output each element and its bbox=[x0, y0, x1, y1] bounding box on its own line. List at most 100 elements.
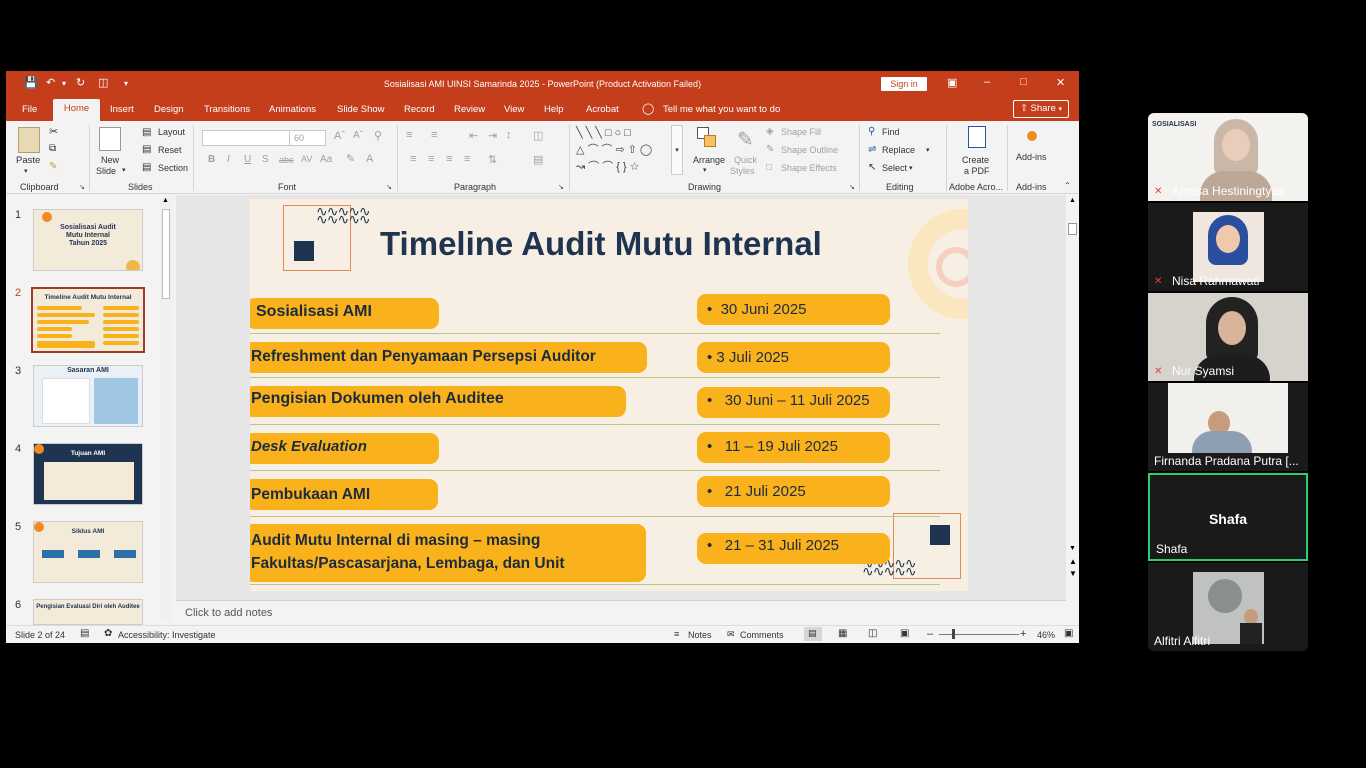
char-spacing-icon[interactable]: AV bbox=[301, 154, 312, 164]
participant-tile[interactable]: ✕ Nur Syamsi bbox=[1148, 293, 1308, 381]
slide-thumbnail-1[interactable]: Sosialisasi Audit Mutu Internal Tahun 20… bbox=[33, 209, 143, 271]
shape-outline-icon[interactable]: ✎ bbox=[766, 144, 774, 155]
tab-design[interactable]: Design bbox=[154, 104, 184, 115]
slide-thumbnail-2-selected[interactable]: Timeline Audit Mutu Internal bbox=[31, 287, 145, 353]
create-pdf-icon[interactable] bbox=[968, 126, 986, 148]
shapes-gallery-more[interactable]: ▾ bbox=[671, 125, 683, 175]
select-icon[interactable]: ↖ bbox=[868, 162, 876, 173]
align-left-icon[interactable]: ≡ bbox=[410, 153, 416, 165]
participant-tile[interactable]: ✕ Nisa Rahmawati bbox=[1148, 203, 1308, 291]
section-icon[interactable]: ▤ bbox=[142, 162, 151, 173]
line-spacing-icon[interactable]: ↕ bbox=[506, 129, 512, 141]
strikethrough-icon[interactable]: abc bbox=[279, 155, 294, 165]
notes-button[interactable]: Notes bbox=[688, 630, 712, 640]
maximize-icon[interactable]: □ bbox=[1020, 76, 1027, 88]
paste-icon[interactable] bbox=[18, 127, 40, 153]
underline-icon[interactable]: U bbox=[244, 154, 251, 165]
activity-pill-2[interactable]: Refreshment dan Penyamaan Persepsi Audit… bbox=[250, 342, 647, 373]
scrollbar-thumb[interactable] bbox=[1068, 223, 1077, 235]
shapes-gallery[interactable]: ╲╲╲□○□ △⌒⌒⇨⇧◯ ↝⌒⌒{}☆ bbox=[576, 125, 670, 177]
columns-icon[interactable]: ◫ bbox=[533, 129, 543, 142]
align-text-icon[interactable]: ▤ bbox=[533, 153, 543, 166]
layout-button[interactable]: Layout bbox=[158, 127, 185, 137]
tab-record[interactable]: Record bbox=[404, 104, 435, 115]
chevron-down-icon[interactable]: ▾ bbox=[703, 166, 707, 174]
close-icon[interactable]: ✕ bbox=[1056, 76, 1065, 89]
zoom-slider[interactable] bbox=[939, 634, 1019, 635]
new-slide-icon[interactable] bbox=[99, 127, 121, 151]
font-color-icon[interactable]: A bbox=[366, 153, 373, 165]
sign-in-button[interactable]: Sign in bbox=[881, 77, 927, 91]
participant-tile[interactable]: Firnanda Pradana Putra [... bbox=[1148, 383, 1308, 471]
notes-icon[interactable]: ≡ bbox=[674, 629, 679, 639]
paragraph-launcher-icon[interactable]: ↘ bbox=[558, 183, 564, 191]
tab-slide-show[interactable]: Slide Show bbox=[337, 104, 385, 115]
slideshow-icon[interactable]: ▣ bbox=[900, 628, 909, 639]
slide-scrollbar[interactable]: ▲ ▼ ▲ ▼ bbox=[1066, 195, 1079, 625]
date-pill-4[interactable]: • 11 – 19 Juli 2025 bbox=[697, 432, 890, 463]
shape-fill-icon[interactable]: ◈ bbox=[766, 126, 774, 137]
accessibility-status[interactable]: Accessibility: Investigate bbox=[118, 630, 216, 640]
replace-button[interactable]: Replace bbox=[882, 145, 915, 155]
tab-animations[interactable]: Animations bbox=[269, 104, 316, 115]
paste-button[interactable]: Paste bbox=[16, 155, 40, 166]
share-button[interactable]: ⇧ Share ▾ bbox=[1013, 100, 1069, 118]
previous-slide-icon[interactable]: ▲ bbox=[1069, 557, 1077, 566]
date-pill-2[interactable]: • 3 Juli 2025 bbox=[697, 342, 890, 373]
notes-pane[interactable]: Click to add notes bbox=[176, 600, 1066, 625]
create-pdf-label-2[interactable]: a PDF bbox=[964, 166, 990, 176]
scrollbar-thumb[interactable] bbox=[162, 209, 170, 299]
paste-dropdown-icon[interactable]: ▾ bbox=[24, 167, 28, 175]
change-case-icon[interactable]: Aa bbox=[320, 154, 332, 165]
find-button[interactable]: Find bbox=[882, 127, 900, 137]
participant-tile[interactable]: SOSIALISASI ✕ Annisa Hestiningtyas bbox=[1148, 113, 1308, 201]
zoom-slider-handle[interactable] bbox=[952, 629, 955, 639]
align-center-icon[interactable]: ≡ bbox=[428, 153, 434, 165]
slide-thumbnail-4[interactable]: Tujuan AMI bbox=[33, 443, 143, 505]
clipboard-launcher-icon[interactable]: ↘ bbox=[79, 183, 85, 191]
find-icon[interactable]: ⚲ bbox=[868, 126, 875, 137]
create-pdf-label[interactable]: Create bbox=[962, 155, 989, 165]
tab-file[interactable]: File bbox=[22, 104, 37, 115]
arrange-button[interactable]: Arrange bbox=[693, 155, 725, 165]
scroll-down-icon[interactable]: ▼ bbox=[1069, 545, 1076, 552]
increase-indent-icon[interactable]: ⇥ bbox=[488, 129, 497, 142]
tab-help[interactable]: Help bbox=[544, 104, 564, 115]
ribbon-display-icon[interactable]: ▣ bbox=[947, 76, 957, 89]
increase-font-icon[interactable]: Aˆ bbox=[334, 130, 345, 142]
decrease-font-icon[interactable]: Aˇ bbox=[353, 130, 363, 141]
activity-pill-6[interactable]: Audit Mutu Internal di masing – masing F… bbox=[250, 524, 646, 582]
new-slide-label[interactable]: New bbox=[101, 155, 119, 165]
select-button[interactable]: Select bbox=[882, 163, 907, 173]
thumbnails-scrollbar[interactable]: ▲ bbox=[160, 197, 172, 621]
activity-pill-4[interactable]: Desk Evaluation bbox=[250, 433, 439, 464]
slide-thumbnail-6[interactable]: Pengisian Evaluasi Diri oleh Auditee bbox=[33, 599, 143, 625]
decrease-indent-icon[interactable]: ⇤ bbox=[469, 129, 478, 142]
scroll-up-icon[interactable]: ▲ bbox=[162, 197, 169, 204]
slide-thumbnail-5[interactable]: Siklus AMI bbox=[33, 521, 143, 583]
italic-icon[interactable]: I bbox=[227, 154, 230, 165]
bullets-icon[interactable]: ≡ bbox=[406, 129, 412, 141]
participant-tile[interactable]: Alfitri Alfitri bbox=[1148, 563, 1308, 651]
format-painter-icon[interactable]: ✎ bbox=[49, 161, 57, 172]
reset-icon[interactable]: ▤ bbox=[142, 144, 151, 155]
shape-fill-button[interactable]: Shape Fill bbox=[781, 127, 821, 137]
date-pill-1[interactable]: • 30 Juni 2025 bbox=[697, 294, 890, 325]
highlight-icon[interactable]: ✎ bbox=[346, 152, 355, 165]
tab-view[interactable]: View bbox=[504, 104, 524, 115]
activity-pill-3[interactable]: Pengisian Dokumen oleh Auditee bbox=[250, 386, 626, 417]
chevron-down-icon[interactable]: ▾ bbox=[122, 166, 126, 174]
new-slide-label-2[interactable]: Slide bbox=[96, 166, 116, 176]
tab-insert[interactable]: Insert bbox=[110, 104, 134, 115]
spellcheck-icon[interactable]: ▤ bbox=[80, 628, 89, 639]
arrange-icon[interactable] bbox=[697, 127, 719, 149]
chevron-down-icon[interactable]: ▾ bbox=[909, 164, 913, 172]
collapse-ribbon-icon[interactable]: ⌃ bbox=[1064, 181, 1071, 190]
quick-styles-label[interactable]: Quick bbox=[734, 155, 757, 165]
addins-icon[interactable] bbox=[1027, 131, 1037, 141]
date-pill-3[interactable]: • 30 Juni – 11 Juli 2025 bbox=[697, 387, 890, 418]
shape-effects-button[interactable]: Shape Effects bbox=[781, 163, 837, 173]
slide-title[interactable]: Timeline Audit Mutu Internal bbox=[380, 225, 822, 263]
comments-icon[interactable]: ✉ bbox=[727, 629, 735, 640]
zoom-in-icon[interactable]: + bbox=[1020, 628, 1026, 640]
